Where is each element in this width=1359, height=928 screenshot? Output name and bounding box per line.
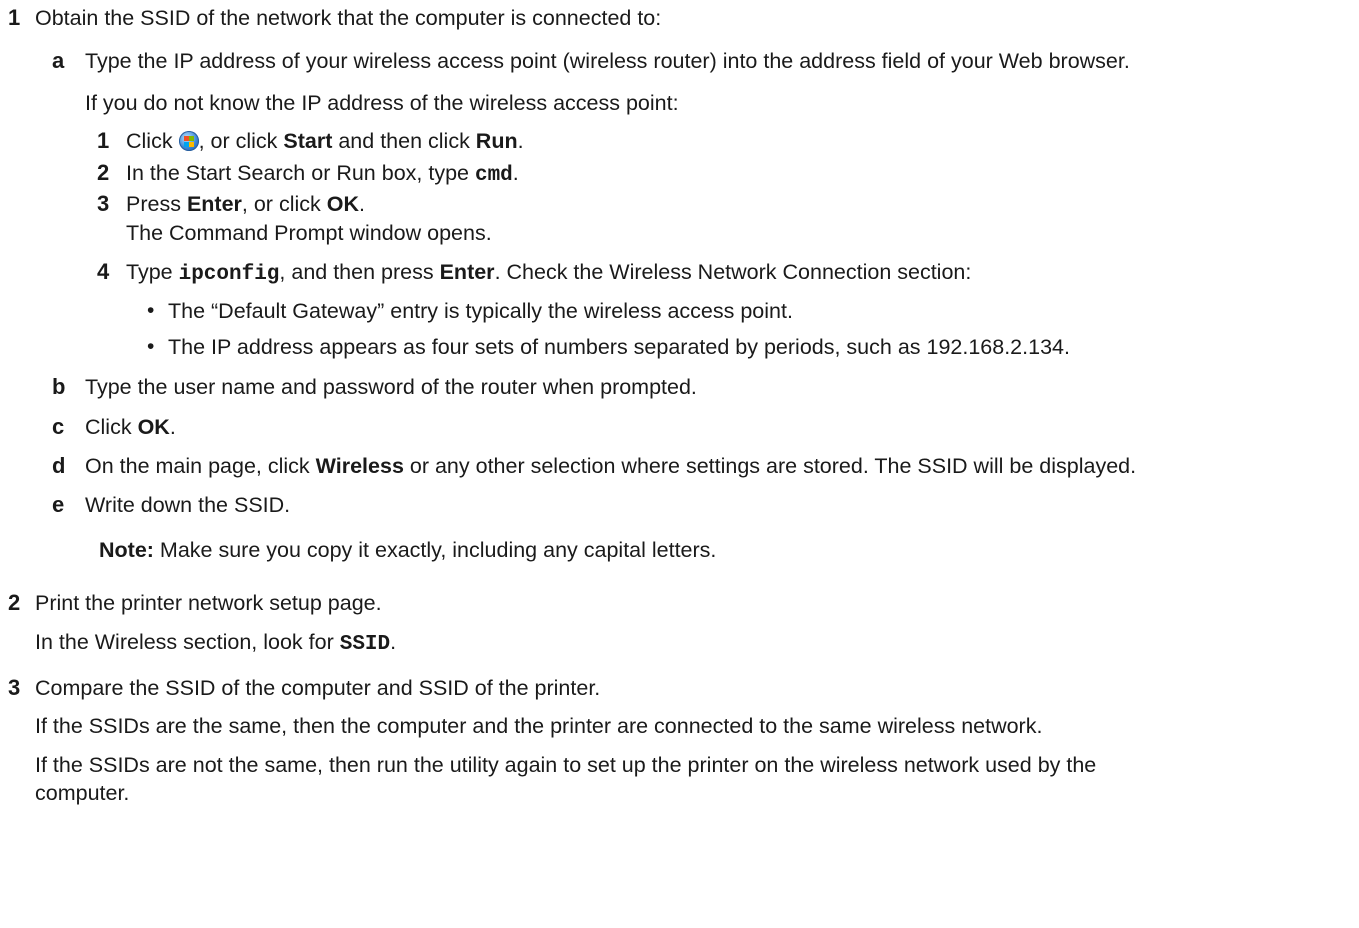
- substep-1-number: 1: [97, 128, 110, 153]
- step-1a-letter: a: [52, 48, 65, 73]
- step-1-number: 1: [8, 5, 21, 30]
- substep-2-number: 2: [97, 160, 110, 185]
- substep-2-text: In the Start Search or Run box, type cmd…: [126, 161, 519, 187]
- substep-3-note: The Command Prompt window opens.: [126, 221, 492, 245]
- document-page: 1 Obtain the SSID of the network that th…: [0, 0, 1359, 928]
- step-1b-text: Type the user name and password of the r…: [85, 375, 697, 399]
- bullet-item: The “Default Gateway” entry is typically…: [168, 299, 793, 323]
- step-3-paragraph-2-cont: computer.: [35, 781, 130, 805]
- step-2-text: Print the printer network setup page.: [35, 591, 382, 615]
- step-3-text: Compare the SSID of the computer and SSI…: [35, 676, 601, 700]
- step-3-number: 3: [8, 675, 21, 700]
- step-3-paragraph-2: If the SSIDs are not the same, then run …: [35, 753, 1097, 777]
- substep-4-number: 4: [97, 259, 110, 284]
- step-1a-intro: If you do not know the IP address of the…: [85, 91, 679, 115]
- step-1e-text: Write down the SSID.: [85, 493, 291, 517]
- substep-1-text: Click , or click Start and then click Ru…: [126, 129, 524, 153]
- step-2-number: 2: [8, 590, 21, 615]
- step-1e-letter: e: [52, 492, 65, 517]
- step-1b-letter: b: [52, 374, 66, 399]
- substep-3-number: 3: [97, 191, 110, 216]
- step-1a-text: Type the IP address of your wireless acc…: [85, 49, 1130, 73]
- step-3-paragraph-1: If the SSIDs are the same, then the comp…: [35, 714, 1043, 738]
- step-1c-letter: c: [52, 414, 65, 439]
- step-1-text: Obtain the SSID of the network that the …: [35, 6, 662, 30]
- substep-4-text: Type ipconfig, and then press Enter. Che…: [126, 260, 972, 286]
- note-text: Note: Make sure you copy it exactly, inc…: [99, 538, 717, 562]
- substep-3-text: Press Enter, or click OK.: [126, 192, 365, 216]
- step-1d-text: On the main page, click Wireless or any …: [85, 454, 1137, 478]
- step-2-detail: In the Wireless section, look for SSID.: [35, 630, 397, 656]
- windows-start-orb-icon: [178, 131, 199, 151]
- bullet-marker: •: [147, 299, 155, 322]
- bullet-marker: •: [147, 335, 155, 358]
- step-1c-text: Click OK.: [85, 415, 176, 439]
- step-1d-letter: d: [52, 453, 66, 478]
- note-label: Note:: [99, 538, 154, 562]
- bullet-item: The IP address appears as four sets of n…: [168, 335, 1070, 359]
